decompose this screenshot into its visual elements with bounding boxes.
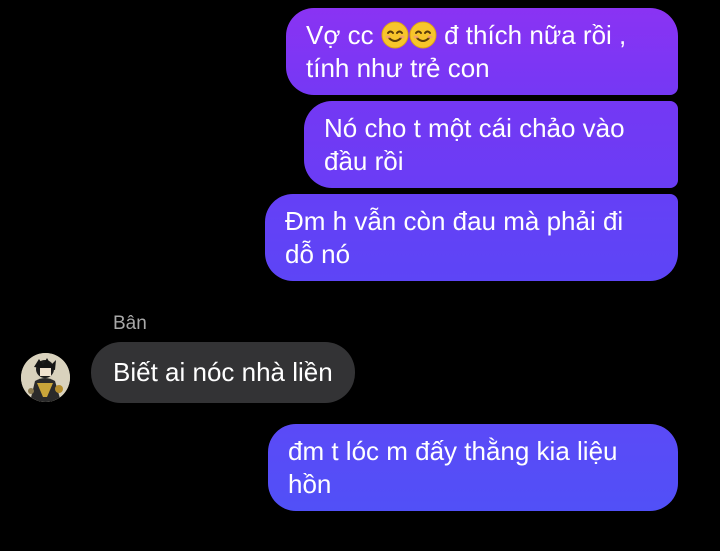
message-text: tính như trẻ con (306, 53, 490, 83)
smiling-face-icon (381, 21, 409, 49)
message-text: đ thích nữa rồi , (444, 20, 627, 50)
message-text: hồn (288, 469, 332, 499)
avatar[interactable] (21, 353, 70, 402)
message-text: Vợ cc (306, 20, 374, 50)
message-bubble-incoming[interactable]: Biết ai nóc nhà liền (91, 342, 355, 403)
message-bubble-outgoing[interactable]: đm t lóc m đấy thằng kia liệu hồn (268, 424, 678, 511)
message-text: đm t lóc m đấy thằng kia liệu (288, 436, 618, 466)
message-text: Đm h vẫn còn đau mà phải đi (285, 206, 624, 236)
smiling-face-icon (409, 21, 437, 49)
sender-name: Bân (113, 313, 147, 334)
chat-thread: Vợ cc đ thích nữa rồi , tính như trẻ con… (0, 0, 720, 551)
message-bubble-outgoing[interactable]: Đm h vẫn còn đau mà phải đi dỗ nó (265, 194, 678, 281)
message-bubble-outgoing[interactable]: Vợ cc đ thích nữa rồi , tính như trẻ con (286, 8, 678, 95)
message-text: Nó cho t một cái chảo vào (324, 113, 625, 143)
message-text: Biết ai nóc nhà liền (113, 357, 333, 387)
avatar-image (21, 353, 70, 402)
message-text: đầu rồi (324, 146, 404, 176)
message-bubble-outgoing[interactable]: Nó cho t một cái chảo vào đầu rồi (304, 101, 678, 188)
message-text: dỗ nó (285, 239, 351, 269)
